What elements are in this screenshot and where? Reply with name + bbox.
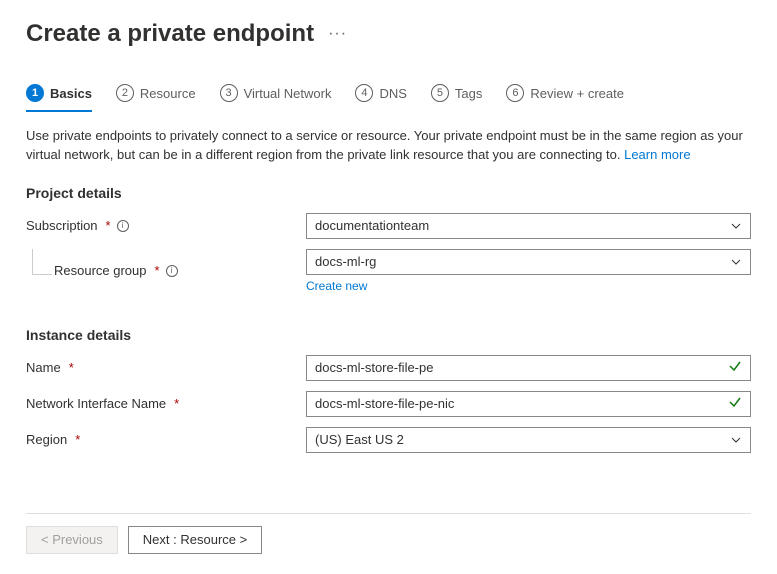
tree-connector-icon bbox=[32, 249, 52, 275]
wizard-tabs: 1 Basics 2 Resource 3 Virtual Network 4 … bbox=[26, 78, 751, 113]
nic-value: docs-ml-store-file-pe-nic bbox=[315, 396, 454, 411]
step-number-icon: 1 bbox=[26, 84, 44, 102]
step-number-icon: 2 bbox=[116, 84, 134, 102]
next-button[interactable]: Next : Resource > bbox=[128, 526, 262, 554]
name-label: Name bbox=[26, 360, 61, 375]
page-title: Create a private endpoint bbox=[26, 20, 314, 48]
tab-virtual-network[interactable]: 3 Virtual Network bbox=[220, 78, 332, 112]
section-title-instance: Instance details bbox=[26, 327, 751, 343]
tab-tags[interactable]: 5 Tags bbox=[431, 78, 482, 112]
tab-review-create[interactable]: 6 Review + create bbox=[506, 78, 624, 112]
name-input[interactable]: docs-ml-store-file-pe bbox=[306, 355, 751, 381]
create-new-link[interactable]: Create new bbox=[306, 279, 367, 293]
wizard-footer: < Previous Next : Resource > bbox=[26, 513, 751, 554]
nic-input[interactable]: docs-ml-store-file-pe-nic bbox=[306, 391, 751, 417]
required-indicator: * bbox=[106, 218, 111, 233]
section-title-project: Project details bbox=[26, 185, 751, 201]
previous-button: < Previous bbox=[26, 526, 118, 554]
name-value: docs-ml-store-file-pe bbox=[315, 360, 433, 375]
tab-dns[interactable]: 4 DNS bbox=[355, 78, 406, 112]
more-actions-button[interactable]: ··· bbox=[328, 25, 347, 43]
region-select[interactable]: (US) East US 2 bbox=[306, 427, 751, 453]
required-indicator: * bbox=[75, 432, 80, 447]
checkmark-icon bbox=[728, 359, 742, 376]
required-indicator: * bbox=[155, 263, 160, 278]
info-icon[interactable]: i bbox=[166, 265, 178, 277]
subscription-label: Subscription bbox=[26, 218, 98, 233]
chevron-down-icon bbox=[730, 434, 742, 446]
tab-label: Virtual Network bbox=[244, 86, 332, 101]
tab-label: Resource bbox=[140, 86, 196, 101]
step-number-icon: 4 bbox=[355, 84, 373, 102]
checkmark-icon bbox=[728, 395, 742, 412]
tab-label: DNS bbox=[379, 86, 406, 101]
row-resource-group: Resource group * i docs-ml-rg Create new bbox=[26, 249, 751, 293]
resource-group-select[interactable]: docs-ml-rg bbox=[306, 249, 751, 275]
row-subscription: Subscription * i documentationteam bbox=[26, 213, 751, 239]
tab-label: Review + create bbox=[530, 86, 624, 101]
region-label: Region bbox=[26, 432, 67, 447]
resource-group-value: docs-ml-rg bbox=[315, 254, 376, 269]
learn-more-link[interactable]: Learn more bbox=[624, 147, 690, 162]
step-number-icon: 6 bbox=[506, 84, 524, 102]
step-number-icon: 3 bbox=[220, 84, 238, 102]
intro-text: Use private endpoints to privately conne… bbox=[26, 127, 746, 165]
chevron-down-icon bbox=[730, 256, 742, 268]
tab-label: Tags bbox=[455, 86, 482, 101]
chevron-down-icon bbox=[730, 220, 742, 232]
row-region: Region * (US) East US 2 bbox=[26, 427, 751, 453]
tab-resource[interactable]: 2 Resource bbox=[116, 78, 196, 112]
tab-label: Basics bbox=[50, 86, 92, 101]
info-icon[interactable]: i bbox=[117, 220, 129, 232]
step-number-icon: 5 bbox=[431, 84, 449, 102]
subscription-select[interactable]: documentationteam bbox=[306, 213, 751, 239]
required-indicator: * bbox=[174, 396, 179, 411]
subscription-value: documentationteam bbox=[315, 218, 429, 233]
resource-group-label: Resource group bbox=[54, 263, 147, 278]
row-nic-name: Network Interface Name * docs-ml-store-f… bbox=[26, 391, 751, 417]
tab-basics[interactable]: 1 Basics bbox=[26, 78, 92, 112]
region-value: (US) East US 2 bbox=[315, 432, 404, 447]
nic-label: Network Interface Name bbox=[26, 396, 166, 411]
row-name: Name * docs-ml-store-file-pe bbox=[26, 355, 751, 381]
required-indicator: * bbox=[69, 360, 74, 375]
